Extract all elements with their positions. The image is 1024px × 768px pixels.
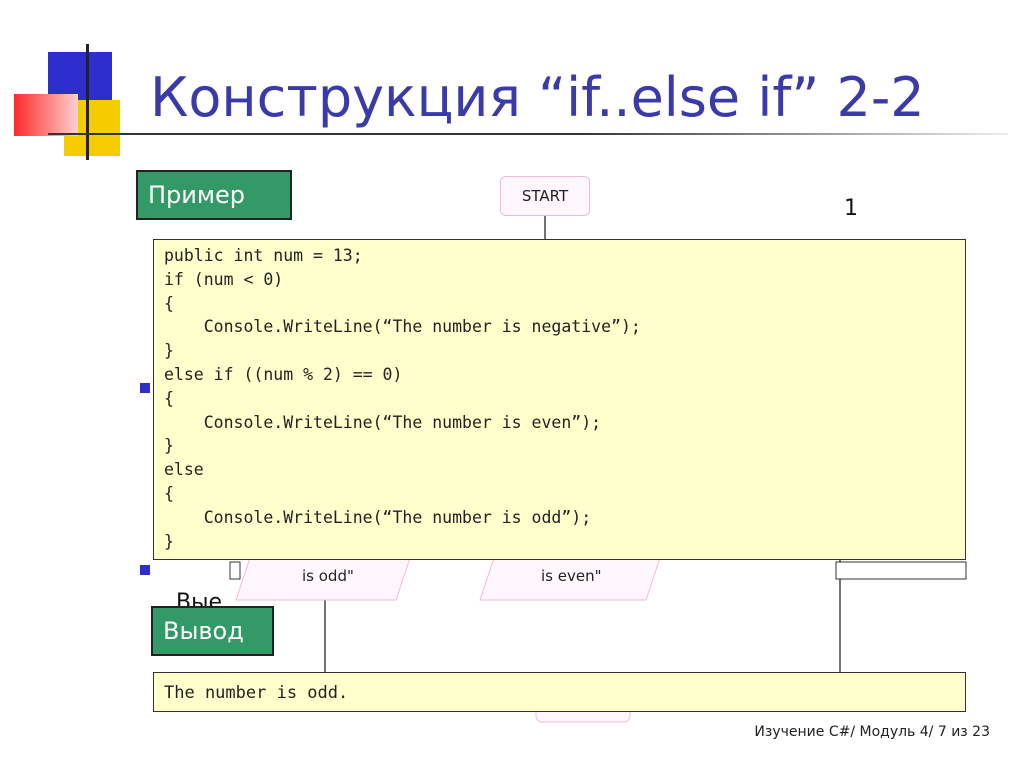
code-block: public int num = 13; if (num < 0) { Cons…: [153, 239, 966, 560]
code-line: else if ((num % 2) == 0): [164, 364, 403, 384]
code-line: Console.WriteLine(“The number is odd”);: [164, 507, 592, 527]
code-line: Console.WriteLine(“The number is even”);: [164, 412, 602, 432]
output-label: Вывод: [151, 606, 274, 656]
flowchart-odd-box: is odd": [302, 567, 354, 585]
flowchart-fragment-right: 1: [844, 196, 858, 221]
code-line: Console.WriteLine(“The number is negativ…: [164, 317, 641, 337]
code-line: }: [164, 436, 174, 456]
code-line: public int num = 13;: [164, 246, 363, 265]
flowchart-even-box: is even": [541, 567, 602, 585]
code-line: if (num < 0): [164, 269, 284, 289]
code-line: }: [164, 531, 174, 551]
bullet-marker: [140, 565, 150, 575]
code-line: {: [164, 483, 174, 503]
code-line: {: [164, 293, 174, 313]
example-label: Пример: [136, 170, 292, 220]
code-line: }: [164, 341, 174, 361]
flowchart-start: START: [500, 176, 590, 216]
slide-footer: Изучение C#/ Модуль 4/ 7 из 23: [754, 724, 990, 740]
code-line: else: [164, 460, 204, 480]
bullet-marker: [140, 383, 150, 393]
output-block: The number is odd.: [153, 672, 966, 712]
code-line: {: [164, 388, 174, 408]
